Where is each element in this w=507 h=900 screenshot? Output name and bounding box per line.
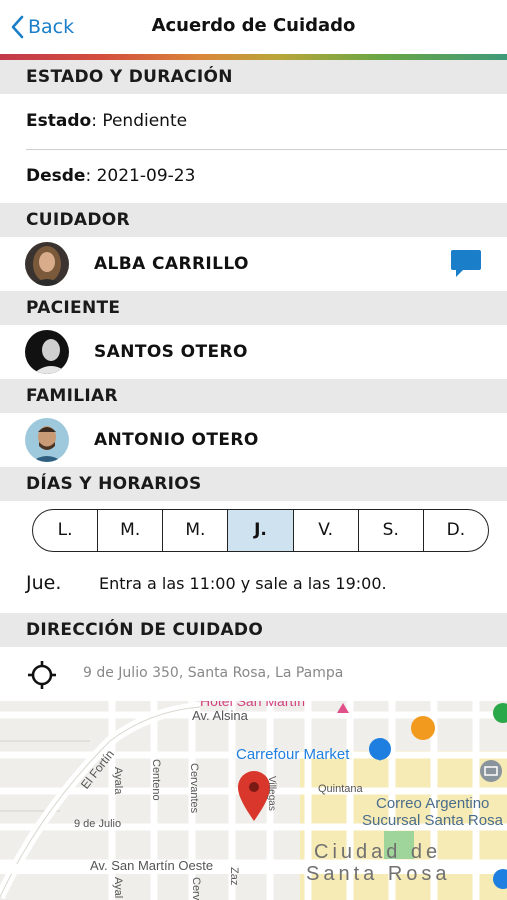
map-label-cerv: Cerv <box>190 877 202 900</box>
map-label-ayala: Ayala <box>112 767 124 795</box>
map-label-sucursal: Sucursal Santa Rosa <box>362 812 503 829</box>
section-header-direccion: DIRECCIÓN DE CUIDADO <box>0 613 507 647</box>
section-header-dias: DÍAS Y HORARIOS <box>0 467 507 501</box>
map-label-ayal: Ayal <box>112 877 124 899</box>
cuidador-row[interactable]: ALBA CARRILLO <box>0 237 507 291</box>
map-label-correo: Correo Argentino <box>376 795 490 812</box>
map-label-santa-rosa: Santa Rosa <box>306 863 451 885</box>
page-title: Acuerdo de Cuidado <box>151 15 356 36</box>
map-label-ciudad: Ciudad de <box>314 841 442 863</box>
paciente-row[interactable]: SANTOS OTERO <box>0 325 507 379</box>
desde-label: Desde <box>26 166 86 186</box>
day-tuesday[interactable]: M. <box>98 510 164 551</box>
estado-value: : Pendiente <box>91 111 188 131</box>
address-row[interactable]: 9 de Julio 350, Santa Rosa, La Pampa <box>0 647 507 701</box>
estado-label: Estado <box>26 111 92 131</box>
map-label-quintana: Quintana <box>318 783 363 795</box>
section-header-estado: ESTADO Y DURACIÓN <box>0 60 507 94</box>
avatar-paciente <box>25 330 69 374</box>
avatar-cuidador <box>25 242 69 286</box>
avatar-familiar <box>25 418 69 462</box>
day-selector: L. M. M. J. V. S. D. <box>32 509 489 552</box>
map-label-centeno: Centeno <box>150 759 162 801</box>
map-label-villegas: Villegas <box>266 776 277 811</box>
nav-bar: Back Acuerdo de Cuidado <box>0 0 507 54</box>
section-header-familiar: FAMILIAR <box>0 379 507 413</box>
estado-field: Estado: Pendiente <box>26 111 187 131</box>
day-monday[interactable]: L. <box>33 510 99 551</box>
cuidador-name: ALBA CARRILLO <box>94 254 249 274</box>
desde-field: Desde: 2021-09-23 <box>26 166 195 186</box>
crosshair-icon <box>28 661 56 689</box>
paciente-name: SANTOS OTERO <box>94 342 248 362</box>
familiar-name: ANTONIO OTERO <box>94 430 259 450</box>
map-label-9-de-julio: 9 de Julio <box>74 818 122 830</box>
day-sunday[interactable]: D. <box>424 510 488 551</box>
map-label-carrefour: Carrefour Market <box>236 746 350 763</box>
map-label-zaz: Zaz <box>228 867 240 886</box>
schedule-text: Entra a las 11:00 y sale a las 19:00. <box>99 574 387 593</box>
map-view[interactable]: Hotel San Martín Av. Alsina Carrefour Ma… <box>0 701 507 900</box>
divider <box>26 149 507 150</box>
day-friday[interactable]: V. <box>294 510 359 551</box>
section-header-cuidador: CUIDADOR <box>0 203 507 237</box>
day-thursday[interactable]: J. <box>228 510 294 551</box>
schedule-day: Jue. <box>26 572 62 594</box>
address-text: 9 de Julio 350, Santa Rosa, La Pampa <box>83 665 344 681</box>
day-wednesday[interactable]: M. <box>163 510 229 551</box>
familiar-row[interactable]: ANTONIO OTERO <box>0 413 507 467</box>
desde-value: : 2021-09-23 <box>85 166 196 186</box>
day-saturday[interactable]: S. <box>359 510 424 551</box>
map-label-alsina: Av. Alsina <box>192 708 248 723</box>
map-label-cervantes: Cervantes <box>188 763 200 814</box>
chat-bubble-icon[interactable] <box>450 249 482 279</box>
map-label-san-martin: Av. San Martín Oeste <box>90 858 214 873</box>
section-header-paciente: PACIENTE <box>0 291 507 325</box>
